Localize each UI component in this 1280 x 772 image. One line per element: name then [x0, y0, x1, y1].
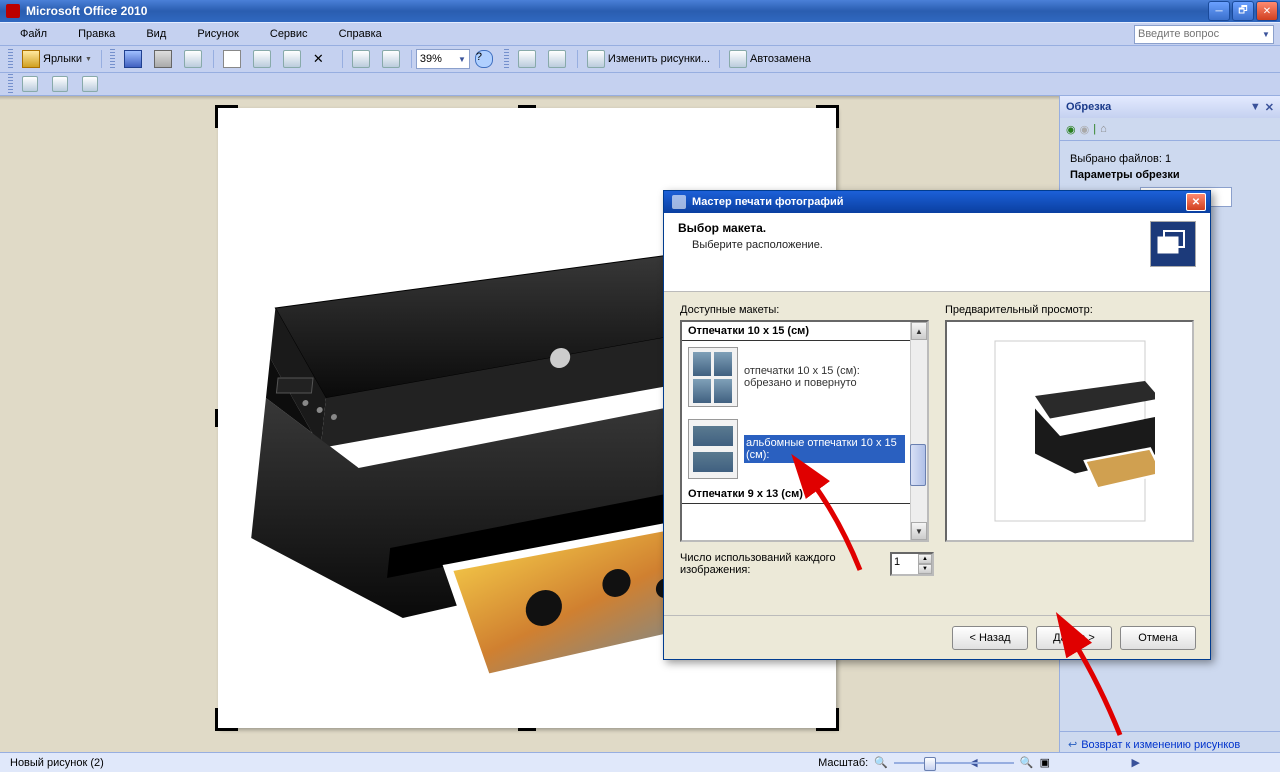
mail-button[interactable]: [179, 48, 209, 70]
copy-button[interactable]: [248, 48, 278, 70]
crop-handle[interactable]: [518, 728, 536, 731]
menu-view[interactable]: Вид: [132, 25, 180, 43]
dialog-icon: [672, 195, 686, 209]
autoreplace-button[interactable]: Автозамена: [724, 48, 816, 70]
nav-forward-icon[interactable]: ◉: [1080, 123, 1090, 136]
task-pane-dropdown-icon[interactable]: ▼: [1250, 101, 1261, 114]
uses-spinner[interactable]: 1 ▲▼: [890, 552, 934, 576]
return-icon: ↩: [1068, 738, 1077, 751]
dialog-title: Мастер печати фотографий: [692, 196, 843, 208]
dialog-subheading: Выберите расположение.: [692, 239, 823, 251]
available-layouts-label: Доступные макеты:: [680, 304, 929, 316]
crop-handle[interactable]: [816, 708, 839, 731]
redo-button[interactable]: [377, 48, 407, 70]
toolbar-grip[interactable]: [110, 49, 115, 69]
menu-tools[interactable]: Сервис: [256, 25, 322, 43]
crop-handle[interactable]: [215, 105, 238, 128]
hscroll-right-icon[interactable]: ▶: [1132, 756, 1140, 769]
spin-down-icon[interactable]: ▼: [918, 564, 932, 574]
files-selected-label: Выбрано файлов: 1: [1070, 153, 1270, 165]
menu-file[interactable]: Файл: [6, 25, 61, 43]
layout-item-portrait[interactable]: отпечатки 10 x 15 (см):обрезано и поверн…: [682, 341, 911, 413]
toolbar-grip[interactable]: [8, 74, 13, 94]
preview-label: Предварительный просмотр:: [945, 304, 1194, 316]
nav-back-icon[interactable]: ◉: [1066, 123, 1076, 136]
crop-handle[interactable]: [215, 708, 238, 731]
status-bar: Новый рисунок (2) ◀ ▶ Масштаб: 🔍 🔍 ▣: [0, 752, 1280, 772]
layout-preview: [945, 320, 1194, 542]
zoom-combo[interactable]: 39%▼: [416, 49, 470, 69]
window-titlebar: Microsoft Office 2010 ─ 🗗 ✕: [0, 0, 1280, 22]
menu-help[interactable]: Справка: [325, 25, 396, 43]
zoom-in-icon[interactable]: 🔍: [1020, 756, 1034, 769]
menu-picture[interactable]: Рисунок: [183, 25, 253, 43]
task-pane-title: Обрезка: [1066, 101, 1111, 113]
wizard-header-icon: [1150, 221, 1196, 267]
nav-home-icon[interactable]: ⌂: [1100, 123, 1107, 135]
zoom-label: Масштаб:: [818, 757, 868, 769]
scroll-up-icon[interactable]: ▲: [911, 322, 927, 340]
dialog-heading: Выбор макета.: [678, 221, 823, 235]
return-to-edit-link[interactable]: Возврат к изменению рисунков: [1081, 739, 1240, 751]
undo-button[interactable]: [347, 48, 377, 70]
wizard-back-button[interactable]: < Назад: [952, 626, 1028, 650]
zoom-out-icon[interactable]: 🔍: [874, 756, 888, 769]
menu-items: Файл Правка Вид Рисунок Сервис Справка: [6, 28, 396, 40]
help-button[interactable]: ?: [470, 48, 500, 70]
view-toolbar: [0, 73, 1280, 96]
zoom-fit-icon[interactable]: ▣: [1040, 756, 1050, 769]
listbox-scrollbar[interactable]: ▲ ▼: [910, 322, 927, 540]
view-single-button[interactable]: [77, 73, 107, 95]
layouts-listbox[interactable]: Отпечатки 10 x 15 (см) отпечатки 10 x 15…: [680, 320, 929, 542]
help-dropdown-icon[interactable]: ▼: [1259, 27, 1273, 42]
print-button[interactable]: [149, 48, 179, 70]
zoom-slider[interactable]: [894, 762, 1014, 764]
rotate-left-button[interactable]: [513, 48, 543, 70]
main-toolbar: Ярлыки▼ ✕ 39%▼ ? Изменить рисунки... Авт…: [0, 46, 1280, 73]
print-wizard-dialog: Мастер печати фотографий ✕ Выбор макета.…: [663, 190, 1211, 660]
crop-params-label: Параметры обрезки: [1070, 169, 1270, 181]
dialog-close-button[interactable]: ✕: [1186, 193, 1206, 211]
dialog-titlebar[interactable]: Мастер печати фотографий ✕: [664, 191, 1210, 213]
menu-edit[interactable]: Правка: [64, 25, 129, 43]
uses-per-image-label: Число использований каждого изображения:: [680, 552, 880, 576]
layout-group-header: Отпечатки 9 x 13 (см): [682, 485, 911, 504]
window-close-button[interactable]: ✕: [1256, 1, 1278, 21]
edit-pictures-button[interactable]: Изменить рисунки...: [582, 48, 715, 70]
toolbar-grip[interactable]: [8, 49, 13, 69]
wizard-cancel-button[interactable]: Отмена: [1120, 626, 1196, 650]
crop-handle[interactable]: [518, 105, 536, 108]
shortcuts-button[interactable]: Ярлыки▼: [17, 48, 97, 70]
crop-handle[interactable]: [215, 409, 218, 427]
layout-item-landscape[interactable]: альбомные отпечатки 10 x 15 (см):: [682, 413, 911, 485]
crop-handle[interactable]: [816, 105, 839, 128]
wizard-next-button[interactable]: Далее >: [1036, 626, 1112, 650]
app-title: Microsoft Office 2010: [26, 4, 147, 18]
window-restore-button[interactable]: 🗗: [1232, 1, 1254, 21]
scroll-down-icon[interactable]: ▼: [911, 522, 927, 540]
paste-button[interactable]: [278, 48, 308, 70]
view-thumbnails-button[interactable]: [17, 73, 47, 95]
spin-up-icon[interactable]: ▲: [918, 554, 932, 564]
task-pane-nav: ◉ ◉ | ⌂: [1060, 118, 1280, 141]
cut-button[interactable]: [218, 48, 248, 70]
delete-button[interactable]: ✕: [308, 48, 338, 70]
view-filmstrip-button[interactable]: [47, 73, 77, 95]
window-minimize-button[interactable]: ─: [1208, 1, 1230, 21]
save-button[interactable]: [119, 48, 149, 70]
toolbar-grip[interactable]: [504, 49, 509, 69]
layout-group-header: Отпечатки 10 x 15 (см): [682, 322, 911, 341]
help-search-input[interactable]: [1135, 27, 1259, 42]
rotate-right-button[interactable]: [543, 48, 573, 70]
help-search-box[interactable]: ▼: [1134, 25, 1274, 44]
task-pane-close-icon[interactable]: ✕: [1265, 101, 1274, 114]
app-icon: [6, 4, 20, 18]
status-doc-name: Новый рисунок (2): [0, 757, 104, 769]
menu-bar: Файл Правка Вид Рисунок Сервис Справка ▼: [0, 22, 1280, 46]
